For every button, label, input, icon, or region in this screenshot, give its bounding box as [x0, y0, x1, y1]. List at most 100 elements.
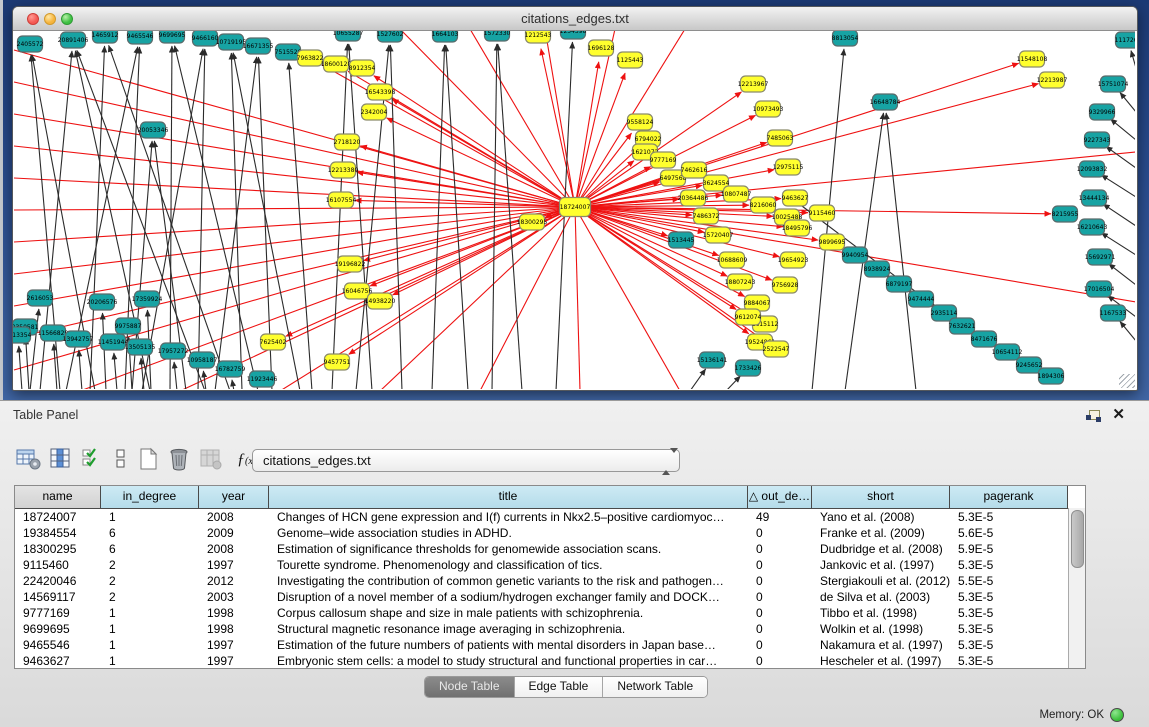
- cell-title[interactable]: Corpus callosum shape and size in male p…: [269, 605, 748, 621]
- tab-node-table[interactable]: Node Table: [425, 677, 515, 697]
- cell-out_degree[interactable]: 0: [748, 541, 812, 557]
- column-header-pagerank[interactable]: pagerank: [950, 486, 1068, 508]
- cell-name[interactable]: 18724007: [15, 509, 101, 525]
- table-selector-dropdown[interactable]: citations_edges.txt: [252, 449, 680, 472]
- network-canvas[interactable]: 2405572208914061465912946554696996959466…: [13, 31, 1135, 389]
- cell-short[interactable]: Tibbo et al. (1998): [812, 605, 950, 621]
- cell-out_degree[interactable]: 0: [748, 557, 812, 573]
- cell-short[interactable]: Stergiakouli et al. (2012): [812, 573, 950, 589]
- tab-network-table[interactable]: Network Table: [603, 677, 707, 697]
- cell-short[interactable]: Hescheler et al. (1997): [812, 653, 950, 669]
- cell-pagerank[interactable]: 5.3E-5: [950, 589, 1068, 605]
- float-panel-icon[interactable]: [1086, 410, 1101, 424]
- table-row[interactable]: 1830029562008Estimation of significance …: [15, 541, 1085, 557]
- column-header-name[interactable]: name: [15, 486, 101, 508]
- cell-out_degree[interactable]: 49: [748, 509, 812, 525]
- cell-short[interactable]: Jankovic et al. (1997): [812, 557, 950, 573]
- cell-year[interactable]: 2008: [199, 541, 269, 557]
- column-header-out_degree[interactable]: △ out_de…: [748, 486, 812, 508]
- cell-in_degree[interactable]: 1: [101, 621, 199, 637]
- cell-in_degree[interactable]: 6: [101, 541, 199, 557]
- cell-out_degree[interactable]: 0: [748, 525, 812, 541]
- table-row[interactable]: 911546021997Tourette syndrome. Phenomeno…: [15, 557, 1085, 573]
- cell-year[interactable]: 2008: [199, 509, 269, 525]
- cell-in_degree[interactable]: 1: [101, 605, 199, 621]
- cell-pagerank[interactable]: 5.6E-5: [950, 525, 1068, 541]
- cell-name[interactable]: 9699695: [15, 621, 101, 637]
- cell-title[interactable]: Embryonic stem cells: a model to study s…: [269, 653, 748, 669]
- window-resize-grip[interactable]: [1119, 374, 1135, 388]
- cell-pagerank[interactable]: 5.3E-5: [950, 637, 1068, 653]
- table-row[interactable]: 1456911722003Disruption of a novel membe…: [15, 589, 1085, 605]
- select-columns-icon[interactable]: [48, 447, 74, 471]
- memory-status[interactable]: Memory: OK: [1039, 707, 1124, 723]
- cell-year[interactable]: 1997: [199, 557, 269, 573]
- table-scrollbar[interactable]: [1068, 508, 1085, 668]
- table-row[interactable]: 946554611997Estimation of the future num…: [15, 637, 1085, 653]
- cell-out_degree[interactable]: 0: [748, 653, 812, 669]
- cell-year[interactable]: 1998: [199, 605, 269, 621]
- cell-in_degree[interactable]: 2: [101, 557, 199, 573]
- table-row[interactable]: 1938455462009Genome–wide association stu…: [15, 525, 1085, 541]
- column-header-title[interactable]: title: [269, 486, 748, 508]
- cell-name[interactable]: 18300295: [15, 541, 101, 557]
- cell-name[interactable]: 9463627: [15, 653, 101, 669]
- cell-out_degree[interactable]: 0: [748, 589, 812, 605]
- cell-title[interactable]: Structural magnetic resonance image aver…: [269, 621, 748, 637]
- scrollbar-thumb[interactable]: [1071, 510, 1084, 568]
- cell-short[interactable]: Franke et al. (2009): [812, 525, 950, 541]
- cell-title[interactable]: Investigating the contribution of common…: [269, 573, 748, 589]
- close-panel-icon[interactable]: ✕: [1112, 407, 1125, 423]
- cell-year[interactable]: 1998: [199, 621, 269, 637]
- cell-year[interactable]: 1997: [199, 653, 269, 669]
- table-row[interactable]: 977716911998Corpus callosum shape and si…: [15, 605, 1085, 621]
- cell-out_degree[interactable]: 0: [748, 637, 812, 653]
- table-row[interactable]: 2242004622012Investigating the contribut…: [15, 573, 1085, 589]
- column-header-in_degree[interactable]: in_degree: [101, 486, 199, 508]
- cell-name[interactable]: 9777169: [15, 605, 101, 621]
- column-header-short[interactable]: short: [812, 486, 950, 508]
- cell-title[interactable]: Changes of HCN gene expression and I(f) …: [269, 509, 748, 525]
- cell-name[interactable]: 14569117: [15, 589, 101, 605]
- cell-short[interactable]: Wolkin et al. (1998): [812, 621, 950, 637]
- cell-out_degree[interactable]: 0: [748, 605, 812, 621]
- cell-year[interactable]: 1997: [199, 637, 269, 653]
- cell-in_degree[interactable]: 1: [101, 653, 199, 669]
- cell-in_degree[interactable]: 2: [101, 573, 199, 589]
- cell-in_degree[interactable]: 1: [101, 509, 199, 525]
- cell-out_degree[interactable]: 0: [748, 621, 812, 637]
- tab-edge-table[interactable]: Edge Table: [515, 677, 604, 697]
- cell-name[interactable]: 19384554: [15, 525, 101, 541]
- cell-short[interactable]: de Silva et al. (2003): [812, 589, 950, 605]
- table-row[interactable]: 969969511998Structural magnetic resonanc…: [15, 621, 1085, 637]
- cell-in_degree[interactable]: 1: [101, 637, 199, 653]
- column-header-year[interactable]: year: [199, 486, 269, 508]
- cell-pagerank[interactable]: 5.9E-5: [950, 541, 1068, 557]
- cell-name[interactable]: 9465546: [15, 637, 101, 653]
- edit-columns-icon[interactable]: [80, 447, 106, 471]
- cell-title[interactable]: Tourette syndrome. Phenomenology and cla…: [269, 557, 748, 573]
- cell-pagerank[interactable]: 5.3E-5: [950, 605, 1068, 621]
- cell-name[interactable]: 9115460: [15, 557, 101, 573]
- cell-short[interactable]: Nakamura et al. (1997): [812, 637, 950, 653]
- cell-short[interactable]: Dudbridge et al. (2008): [812, 541, 950, 557]
- window-title-bar[interactable]: citations_edges.txt: [13, 7, 1137, 31]
- cell-pagerank[interactable]: 5.3E-5: [950, 621, 1068, 637]
- cell-pagerank[interactable]: 5.3E-5: [950, 509, 1068, 525]
- cell-in_degree[interactable]: 2: [101, 589, 199, 605]
- table-settings-icon[interactable]: [16, 447, 42, 471]
- cell-title[interactable]: Estimation of significance thresholds fo…: [269, 541, 748, 557]
- cell-year[interactable]: 2012: [199, 573, 269, 589]
- cell-year[interactable]: 2003: [199, 589, 269, 605]
- table-row[interactable]: 946362711997Embryonic stem cells: a mode…: [15, 653, 1085, 669]
- cell-title[interactable]: Genome–wide association studies in ADHD.: [269, 525, 748, 541]
- cell-title[interactable]: Disruption of a novel member of a sodium…: [269, 589, 748, 605]
- create-table-icon[interactable]: [136, 447, 162, 471]
- cell-year[interactable]: 2009: [199, 525, 269, 541]
- cell-title[interactable]: Estimation of the future numbers of pati…: [269, 637, 748, 653]
- cell-pagerank[interactable]: 5.5E-5: [950, 573, 1068, 589]
- cell-pagerank[interactable]: 5.3E-5: [950, 557, 1068, 573]
- cell-pagerank[interactable]: 5.3E-5: [950, 653, 1068, 669]
- cell-in_degree[interactable]: 6: [101, 525, 199, 541]
- cell-out_degree[interactable]: 0: [748, 573, 812, 589]
